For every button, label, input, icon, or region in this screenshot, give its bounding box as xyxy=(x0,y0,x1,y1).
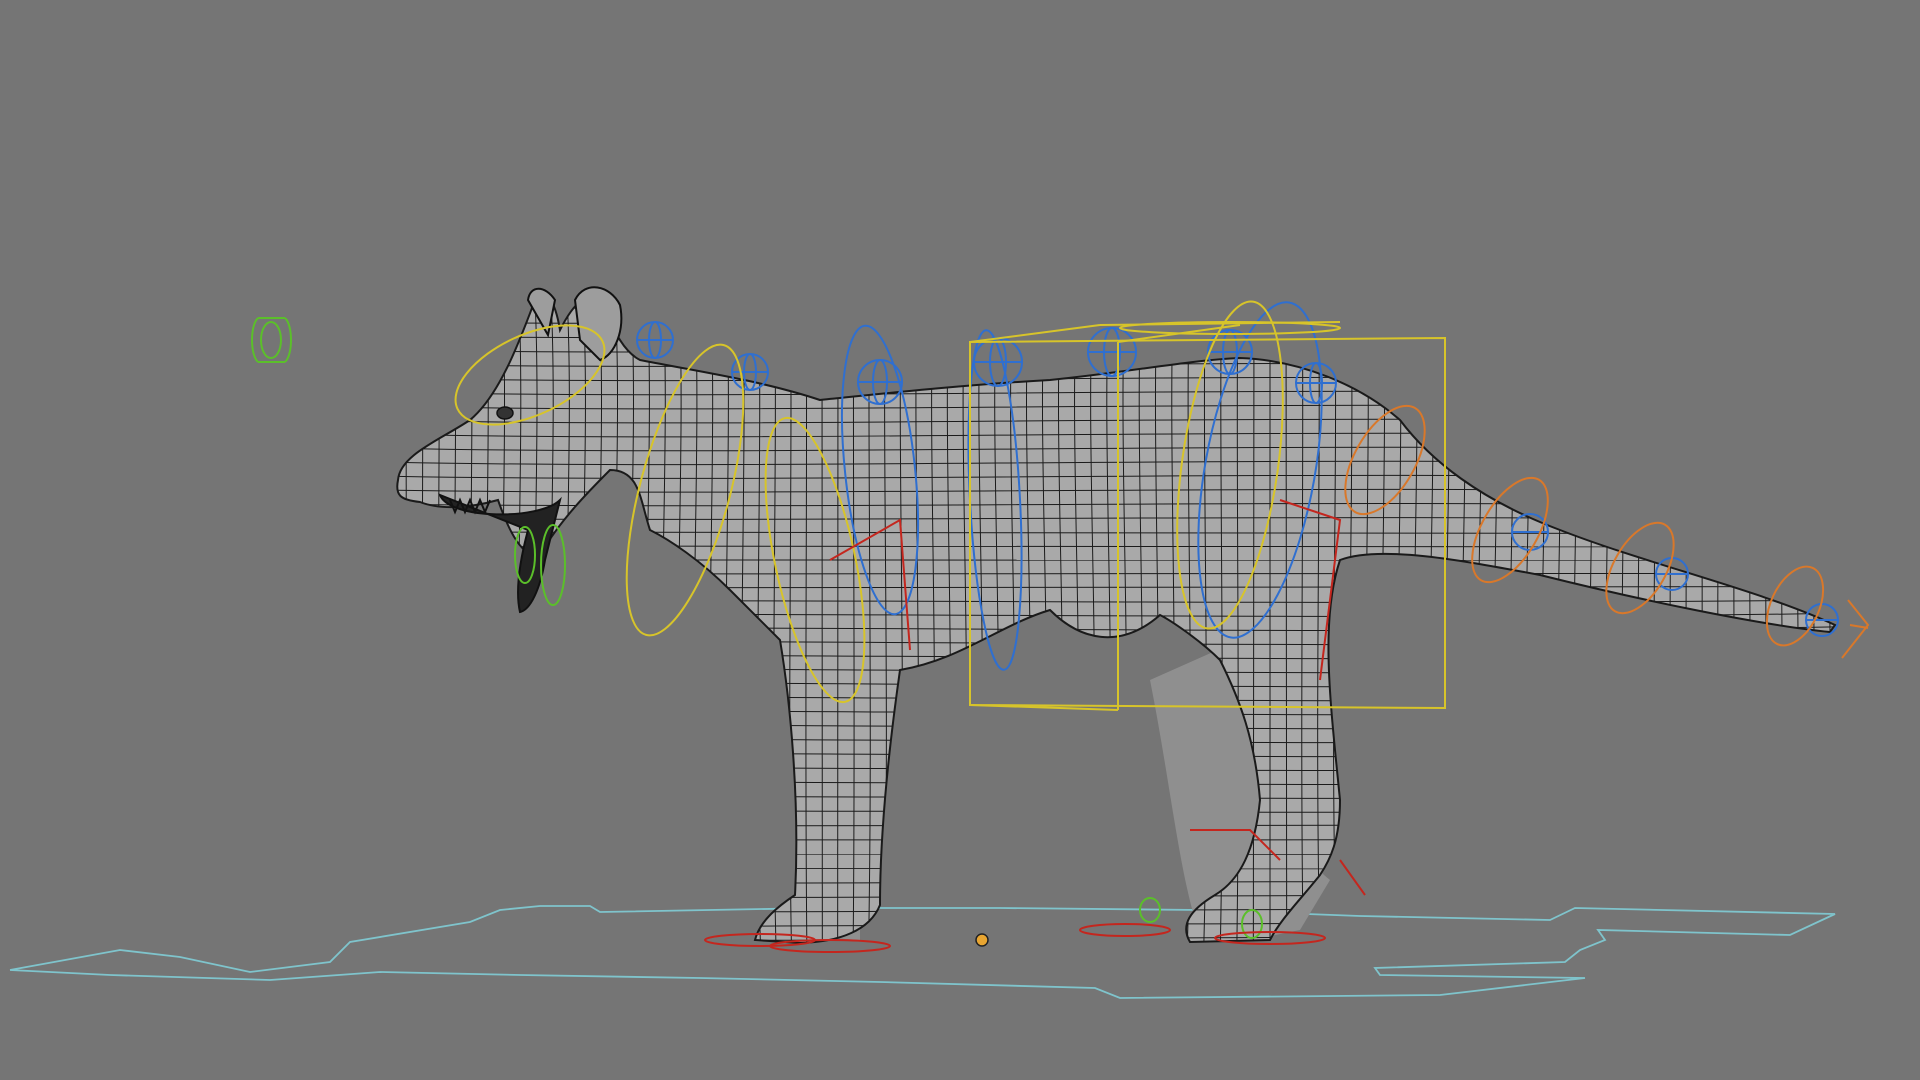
pivot-dot[interactable] xyxy=(975,933,989,947)
creature-body[interactable] xyxy=(396,293,1837,945)
3d-viewport[interactable] xyxy=(0,0,1920,1080)
ground-outline[interactable] xyxy=(9,905,1836,999)
viewport-canvas[interactable] xyxy=(0,0,1920,1080)
eye xyxy=(496,406,514,420)
